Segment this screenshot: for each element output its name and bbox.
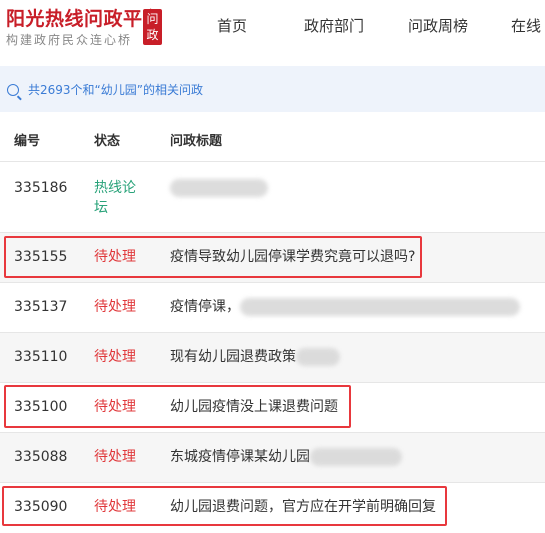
column-header-status: 状态: [94, 134, 121, 149]
search-summary-text: 共2693个和“幼儿园”的相关问政: [28, 83, 203, 97]
search-summary-bar: 共2693个和“幼儿园”的相关问政: [0, 66, 545, 112]
logo-title: 阳光热线问政平台: [6, 8, 163, 30]
site-logo[interactable]: 阳光热线问政平台 构建政府民众连心桥: [6, 8, 162, 48]
row-title[interactable]: 幼儿园疫情没上课退费问题: [170, 396, 338, 418]
row-title[interactable]: 疫情停课，: [170, 296, 520, 318]
row-id: 335110: [14, 349, 68, 365]
row-id: 335186: [14, 180, 68, 196]
nav-item-departments[interactable]: 政府部门: [304, 15, 364, 37]
row-status[interactable]: 待处理: [94, 446, 136, 468]
table-row[interactable]: 335110 待处理 现有幼儿园退费政策: [0, 333, 545, 383]
table-row[interactable]: 335090 待处理 幼儿园退费问题，官方应在开学前明确回复: [0, 483, 545, 533]
nav-item-weekly-ranking[interactable]: 问政周榜: [408, 15, 468, 37]
redacted-text: [310, 448, 402, 466]
nav-item-online[interactable]: 在线: [511, 15, 541, 37]
search-icon: [7, 84, 19, 96]
table-header: 编号 状态 问政标题: [0, 122, 545, 162]
row-title[interactable]: [170, 177, 268, 199]
redacted-text: [296, 348, 340, 366]
row-status[interactable]: 待处理: [94, 346, 136, 368]
row-status[interactable]: 待处理: [94, 496, 136, 518]
logo-subtitle: 构建政府民众连心桥: [6, 33, 133, 47]
table-row[interactable]: 335100 待处理 幼儿园疫情没上课退费问题: [0, 383, 545, 433]
row-title[interactable]: 现有幼儿园退费政策: [170, 346, 340, 368]
table-row[interactable]: 335186 热线论 坛: [0, 162, 545, 233]
site-header: 阳光热线问政平台 构建政府民众连心桥 问政 首页 政府部门 问政周榜 在线: [0, 0, 545, 60]
logo-badge: 问政: [143, 9, 162, 45]
table-row[interactable]: 335137 待处理 疫情停课，: [0, 283, 545, 333]
redacted-text: [170, 179, 268, 197]
row-title[interactable]: 幼儿园退费问题，官方应在开学前明确回复: [170, 496, 436, 518]
row-id: 335088: [14, 449, 68, 465]
table-row[interactable]: 335155 待处理 疫情导致幼儿园停课学费究竟可以退吗?: [0, 233, 545, 283]
nav-item-home[interactable]: 首页: [217, 15, 247, 37]
column-header-id: 编号: [14, 134, 41, 149]
column-header-title: 问政标题: [170, 134, 223, 149]
row-id: 335100: [14, 399, 68, 415]
row-status[interactable]: 热线论 坛: [94, 178, 136, 218]
redacted-text: [240, 298, 520, 316]
row-status[interactable]: 待处理: [94, 246, 136, 268]
row-status[interactable]: 待处理: [94, 296, 136, 318]
status-line: 热线论: [94, 180, 136, 196]
row-title[interactable]: 东城疫情停课某幼儿园: [170, 446, 402, 468]
row-id: 335155: [14, 249, 68, 265]
row-title[interactable]: 疫情导致幼儿园停课学费究竟可以退吗?: [170, 246, 415, 268]
status-line: 坛: [94, 200, 108, 216]
row-status[interactable]: 待处理: [94, 396, 136, 418]
row-id: 335137: [14, 299, 68, 315]
table-row[interactable]: 335088 待处理 东城疫情停课某幼儿园: [0, 433, 545, 483]
row-id: 335090: [14, 499, 68, 515]
